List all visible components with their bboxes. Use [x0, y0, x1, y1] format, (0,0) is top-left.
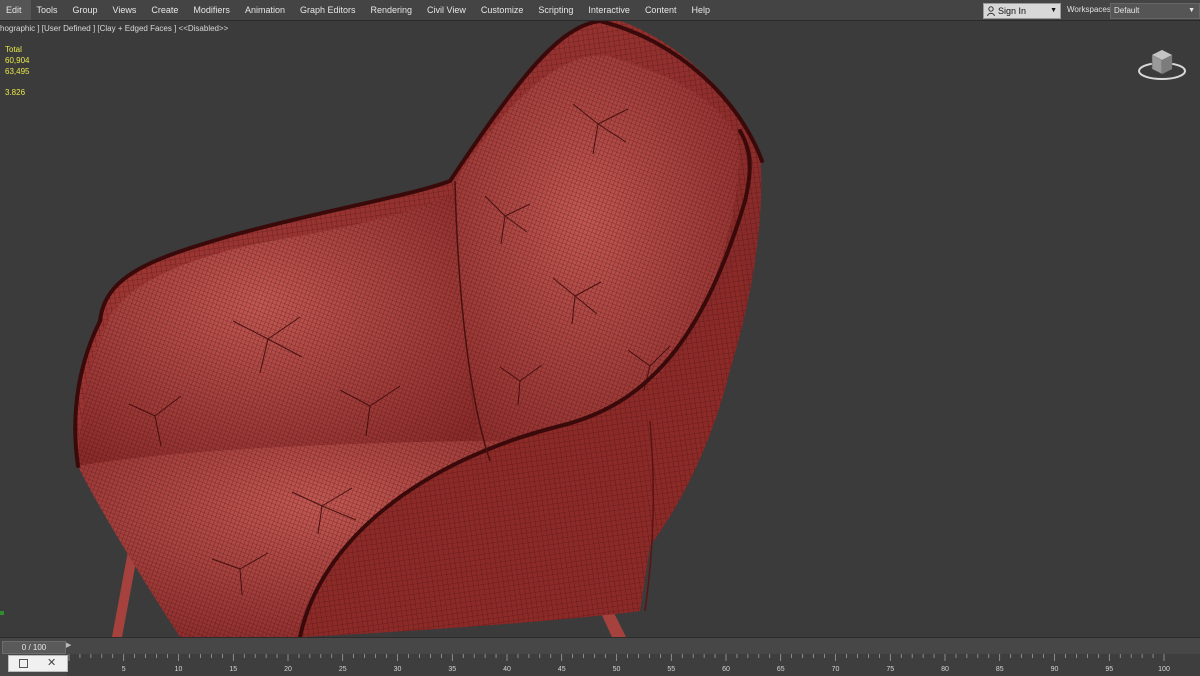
- next-frame-icon[interactable]: ▶: [66, 641, 71, 649]
- stats-fps: 3.826: [5, 88, 26, 97]
- time-slider[interactable]: 0 / 100: [2, 641, 66, 654]
- track-tick-label: 20: [284, 666, 292, 673]
- menu-tools[interactable]: Tools: [31, 0, 67, 20]
- menu-edit[interactable]: Edit: [0, 0, 31, 20]
- track-tick-label: 30: [394, 666, 402, 673]
- track-tick-label: 75: [886, 666, 894, 673]
- track-tick-label: 95: [1105, 666, 1113, 673]
- workspaces-label: Workspaces:: [1067, 5, 1114, 14]
- maximize-icon[interactable]: [19, 659, 28, 668]
- track-bar[interactable]: 5 10 15 20 25 30 35 40 45 50 55 60 65 70 75 80 85 90 95 100: [67, 654, 1200, 676]
- track-tick-label: 65: [777, 666, 785, 673]
- close-icon[interactable]: ✕: [47, 656, 56, 670]
- statistics-overlay: Total 60,904 63,495 3.826: [5, 44, 29, 98]
- track-tick-label: 60: [722, 666, 730, 673]
- menu-views[interactable]: Views: [107, 0, 146, 20]
- user-icon: [987, 6, 995, 16]
- menu-interactive[interactable]: Interactive: [582, 0, 639, 20]
- time-slider-area: 0 / 100 ▶ 5 10 15 20 25 30 35 40 45 50 55 60 65 70 75 8…: [0, 637, 1200, 676]
- menu-items: Edit Tools Group Views Create Modifiers Animat…: [0, 0, 719, 20]
- armchair-mesh: [73, 21, 764, 637]
- viewport-label[interactable]: hographic ] [User Defined ] [Clay + Edge…: [0, 24, 228, 33]
- menu-graph-editors[interactable]: Graph Editors: [294, 0, 365, 20]
- track-bar-ticks: 5 10 15 20 25 30 35 40 45 50 55 60 65 70 75 80 85 90 95 100: [68, 654, 1170, 673]
- menu-create[interactable]: Create: [145, 0, 187, 20]
- viewport[interactable]: hographic ] [User Defined ] [Clay + Edge…: [0, 21, 1200, 637]
- menu-scripting[interactable]: Scripting: [532, 0, 582, 20]
- sign-in-dropdown[interactable]: Sign In ▼: [983, 3, 1061, 19]
- track-tick-label: 10: [175, 666, 183, 673]
- track-tick-label: 40: [503, 666, 511, 673]
- stats-polys: 60,904: [5, 56, 30, 65]
- track-tick-label: 90: [1051, 666, 1059, 673]
- menu-group[interactable]: Group: [67, 0, 107, 20]
- menu-modifiers[interactable]: Modifiers: [187, 0, 239, 20]
- sign-in-label: Sign In: [998, 6, 1027, 16]
- track-tick-label: 70: [832, 666, 840, 673]
- track-tick-label: 15: [229, 666, 237, 673]
- viewcube-icon[interactable]: [1136, 41, 1188, 83]
- stats-gap: [5, 77, 29, 87]
- window-controls: ✕: [8, 655, 68, 672]
- track-tick-label: 35: [448, 666, 456, 673]
- menu-animation[interactable]: Animation: [239, 0, 294, 20]
- track-tick-label: 50: [613, 666, 621, 673]
- chevron-down-icon: ▼: [1050, 7, 1057, 14]
- track-tick-label: 55: [667, 666, 675, 673]
- track-tick-label: 80: [941, 666, 949, 673]
- track-tick-label: 45: [558, 666, 566, 673]
- track-tick-label: 5: [122, 666, 126, 673]
- chevron-down-icon: ▼: [1188, 7, 1195, 14]
- stats-verts: 63,495: [5, 67, 30, 76]
- menu-customize[interactable]: Customize: [475, 0, 533, 20]
- track-tick-label: 100: [1158, 666, 1170, 673]
- menu-bar: Edit Tools Group Views Create Modifiers Animat…: [0, 0, 1200, 21]
- menu-rendering[interactable]: Rendering: [365, 0, 422, 20]
- workspace-select[interactable]: Default ▼: [1110, 3, 1200, 19]
- track-tick-label: 25: [339, 666, 347, 673]
- track-tick-label: 85: [996, 666, 1004, 673]
- menu-content[interactable]: Content: [639, 0, 686, 20]
- axis-tripod-icon: [0, 611, 4, 615]
- stats-header: Total: [5, 45, 22, 54]
- menu-civil-view[interactable]: Civil View: [421, 0, 475, 20]
- workspace-value: Default: [1114, 6, 1140, 15]
- menu-help[interactable]: Help: [685, 0, 719, 20]
